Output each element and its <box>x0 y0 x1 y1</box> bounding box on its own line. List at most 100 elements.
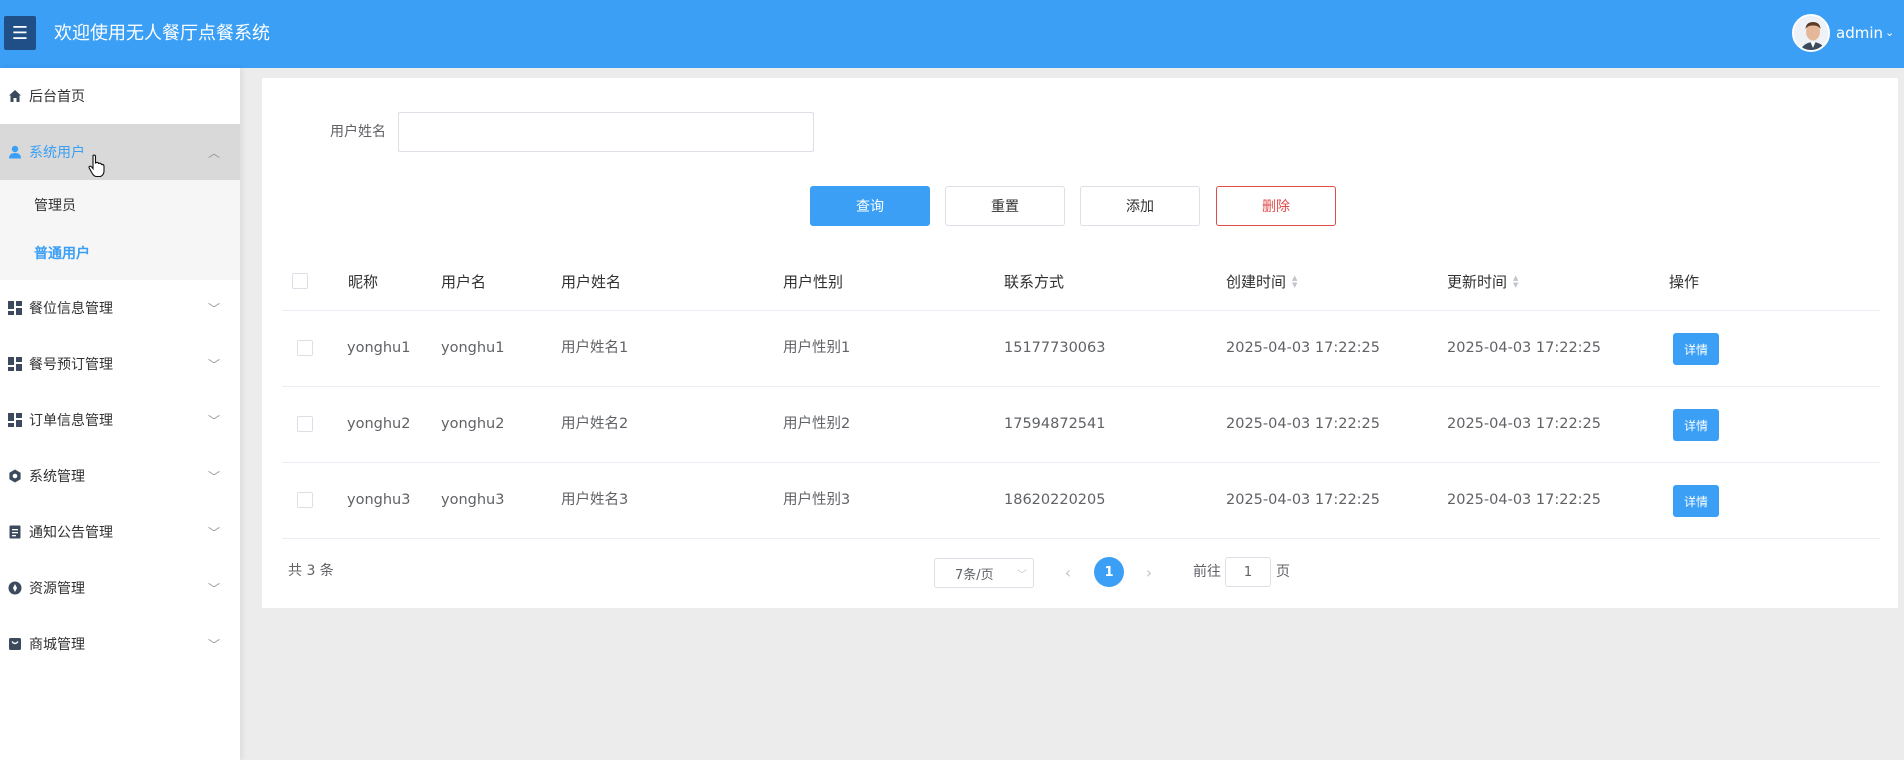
column-header-label: 更新时间 <box>1447 273 1508 291</box>
chevron-up-icon: ︿ <box>207 145 220 160</box>
app-title: 欢迎使用无人餐厅点餐系统 <box>54 23 270 44</box>
hamburger-icon[interactable]: ☰ <box>4 16 36 50</box>
cell-gender: 用户性别3 <box>783 492 851 508</box>
search-input[interactable] <box>398 112 814 152</box>
delete-button[interactable]: 删除 <box>1216 186 1336 226</box>
sidebar-subitem-admin[interactable]: 管理员 <box>34 194 76 218</box>
cell-updated: 2025-04-03 17:22:25 <box>1447 416 1601 432</box>
user-menu[interactable]: admin ⌄ <box>1836 22 1894 44</box>
user-icon <box>7 144 23 160</box>
row-divider <box>282 386 1880 387</box>
chevron-down-icon: ﹀ <box>207 357 220 372</box>
gear-icon <box>7 468 23 484</box>
cell-phone: 17594872541 <box>1004 416 1106 432</box>
cell-realname: 用户姓名2 <box>561 416 629 432</box>
sidebar-item-label: 系统管理 <box>29 469 85 485</box>
select-all-checkbox[interactable] <box>292 273 308 289</box>
goto-page-input[interactable] <box>1225 557 1271 587</box>
sort-icon[interactable]: ▲ ▼ <box>1513 275 1518 289</box>
sidebar-item-label: 系统用户 <box>29 145 85 161</box>
cell-nickname: yonghu1 <box>347 340 411 356</box>
sidebar-item-orders[interactable]: 订单信息管理 ﹀ <box>0 392 240 448</box>
column-header-label: 创建时间 <box>1226 273 1287 291</box>
sidebar-item-home[interactable]: 后台首页 <box>0 68 240 124</box>
shop-icon <box>7 636 23 652</box>
sidebar-item-label: 资源管理 <box>29 581 85 597</box>
chevron-down-icon: ﹀ <box>207 637 220 652</box>
sidebar-item-shop[interactable]: 商城管理 ﹀ <box>0 616 240 672</box>
sidebar-subitem-normal-user[interactable]: 普通用户 <box>34 242 90 266</box>
detail-button[interactable]: 详情 <box>1673 485 1719 517</box>
user-avatar-icon <box>1794 16 1828 50</box>
sidebar-item-booking[interactable]: 餐号预订管理 ﹀ <box>0 336 240 392</box>
detail-button[interactable]: 详情 <box>1673 409 1719 441</box>
row-divider <box>282 310 1880 311</box>
detail-button[interactable]: 详情 <box>1673 333 1719 365</box>
sidebar-item-system[interactable]: 系统管理 ﹀ <box>0 448 240 504</box>
chevron-down-icon: ﹀ <box>207 301 220 316</box>
row-divider <box>282 538 1880 539</box>
chevron-down-icon: ﹀ <box>1017 570 1027 581</box>
cell-updated: 2025-04-03 17:22:25 <box>1447 340 1601 356</box>
user-name-label: admin <box>1836 24 1883 42</box>
top-header: ☰ 欢迎使用无人餐厅点餐系统 admin ⌄ <box>0 0 1904 68</box>
home-icon <box>7 88 23 104</box>
cell-username: yonghu3 <box>441 492 505 508</box>
cell-gender: 用户性别2 <box>783 416 851 432</box>
cell-username: yonghu2 <box>441 416 505 432</box>
cell-username: yonghu1 <box>441 340 505 356</box>
cell-created: 2025-04-03 17:22:25 <box>1226 492 1380 508</box>
chevron-down-icon: ﹀ <box>207 469 220 484</box>
sidebar-item-label: 订单信息管理 <box>29 413 113 429</box>
chevron-down-icon: ﹀ <box>207 525 220 540</box>
chevron-down-icon: ﹀ <box>207 413 220 428</box>
page-size-value: 7条/页 <box>955 567 994 583</box>
sidebar-item-notices[interactable]: 通知公告管理 ﹀ <box>0 504 240 560</box>
column-header-created[interactable]: 创建时间 ▲ ▼ <box>1226 270 1297 294</box>
sidebar-item-table-info[interactable]: 餐位信息管理 ﹀ <box>0 280 240 336</box>
column-header-label: 联系方式 <box>1004 273 1065 291</box>
sidebar-item-label: 后台首页 <box>29 89 85 105</box>
search-label: 用户姓名 <box>330 124 386 140</box>
cell-nickname: yonghu2 <box>347 416 411 432</box>
sidebar-item-resources[interactable]: 资源管理 ﹀ <box>0 560 240 616</box>
reset-button[interactable]: 重置 <box>945 186 1065 226</box>
add-button[interactable]: 添加 <box>1080 186 1200 226</box>
row-checkbox[interactable] <box>297 492 313 508</box>
grid-icon <box>7 412 23 428</box>
page-size-select[interactable]: 7条/页 ﹀ <box>934 558 1034 588</box>
next-page-icon[interactable]: › <box>1139 560 1159 584</box>
column-header-nickname: 昵称 <box>348 270 378 294</box>
avatar[interactable] <box>1792 14 1830 52</box>
goto-label: 前往 <box>1193 564 1221 580</box>
grid-icon <box>7 300 23 316</box>
sidebar-item-label: 商城管理 <box>29 637 85 653</box>
query-button[interactable]: 查询 <box>810 186 930 226</box>
prev-page-icon[interactable]: ‹ <box>1058 560 1078 584</box>
column-header-label: 用户姓名 <box>561 273 622 291</box>
row-checkbox[interactable] <box>297 340 313 356</box>
total-count: 共 3 条 <box>288 563 334 579</box>
sidebar-item-label: 餐号预订管理 <box>29 357 113 373</box>
hand-cursor-icon <box>88 154 105 178</box>
page-number-current[interactable]: 1 <box>1094 557 1124 587</box>
compass-icon <box>7 580 23 596</box>
sidebar-item-system-users[interactable]: 系统用户 ︿ <box>0 124 240 180</box>
cell-gender: 用户性别1 <box>783 340 851 356</box>
column-header-actions: 操作 <box>1669 270 1699 294</box>
column-header-label: 昵称 <box>348 273 379 291</box>
column-header-realname: 用户姓名 <box>561 270 621 294</box>
cell-realname: 用户姓名3 <box>561 492 629 508</box>
sort-icon[interactable]: ▲ ▼ <box>1292 275 1297 289</box>
column-header-phone: 联系方式 <box>1004 270 1064 294</box>
column-header-label: 用户名 <box>441 273 487 291</box>
row-divider <box>282 462 1880 463</box>
cell-updated: 2025-04-03 17:22:25 <box>1447 492 1601 508</box>
cell-realname: 用户姓名1 <box>561 340 629 356</box>
column-header-updated[interactable]: 更新时间 ▲ ▼ <box>1447 270 1518 294</box>
row-checkbox[interactable] <box>297 416 313 432</box>
sidebar-item-label: 餐位信息管理 <box>29 301 113 317</box>
column-header-gender: 用户性别 <box>783 270 843 294</box>
column-header-username: 用户名 <box>441 270 486 294</box>
sidebar-item-label: 通知公告管理 <box>29 525 113 541</box>
